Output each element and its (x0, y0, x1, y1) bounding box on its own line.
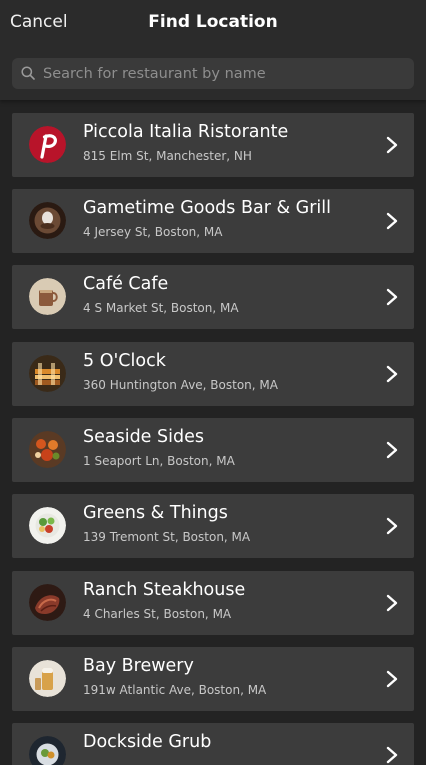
restaurant-address: 191w Atlantic Ave, Boston, MA (83, 683, 267, 697)
chevron-right-icon (386, 746, 398, 764)
restaurant-address: 360 Huntington Ave, Boston, MA (83, 378, 278, 392)
chevron-right-icon (386, 212, 398, 230)
restaurant-address: 4 S Market St, Boston, MA (83, 301, 239, 315)
find-location-screen: Cancel Find Location Piccola Italia Rist… (0, 0, 426, 765)
restaurant-name: Ranch Steakhouse (83, 580, 246, 600)
salad-photo-icon (29, 507, 66, 544)
top-bar: Cancel Find Location (0, 0, 426, 100)
grub-photo-icon (29, 736, 66, 765)
steak-photo-icon (29, 584, 66, 621)
chevron-right-icon (386, 136, 398, 154)
list-item[interactable]: Gametime Goods Bar & Grill 4 Jersey St, … (12, 189, 414, 253)
list-item[interactable]: Bay Brewery 191w Atlantic Ave, Boston, M… (12, 647, 414, 711)
list-item[interactable]: Piccola Italia Ristorante 815 Elm St, Ma… (12, 113, 414, 177)
list-item[interactable]: Ranch Steakhouse 4 Charles St, Boston, M… (12, 571, 414, 635)
restaurant-address: 4 Charles St, Boston, MA (83, 607, 232, 621)
food-photo-icon (29, 202, 66, 239)
beer-photo-icon (29, 660, 66, 697)
restaurant-name: Piccola Italia Ristorante (83, 122, 289, 142)
list-item[interactable]: Café Cafe 4 S Market St, Boston, MA (12, 265, 414, 329)
seafood-photo-icon (29, 431, 66, 468)
list-item[interactable]: Dockside Grub (12, 723, 414, 765)
list-item[interactable]: Seaside Sides 1 Seaport Ln, Boston, MA (12, 418, 414, 482)
restaurant-name: 5 O'Clock (83, 351, 166, 371)
chevron-right-icon (386, 594, 398, 612)
restaurant-name: Seaside Sides (83, 427, 204, 447)
coffee-photo-icon (29, 278, 66, 315)
drinks-photo-icon (29, 355, 66, 392)
search-icon (21, 66, 35, 80)
search-bar[interactable] (12, 58, 414, 89)
restaurant-name: Greens & Things (83, 503, 228, 523)
restaurant-address: 139 Tremont St, Boston, MA (83, 530, 251, 544)
restaurant-name: Bay Brewery (83, 656, 194, 676)
restaurant-address: 4 Jersey St, Boston, MA (83, 225, 223, 239)
restaurant-name: Café Cafe (83, 274, 169, 294)
chevron-right-icon (386, 670, 398, 688)
piccola-logo-icon (29, 126, 66, 163)
search-input[interactable] (43, 58, 403, 89)
chevron-right-icon (386, 365, 398, 383)
restaurant-address: 1 Seaport Ln, Boston, MA (83, 454, 235, 468)
chevron-right-icon (386, 441, 398, 459)
restaurant-address: 815 Elm St, Manchester, NH (83, 149, 252, 163)
restaurant-name: Gametime Goods Bar & Grill (83, 198, 331, 218)
list-item[interactable]: Greens & Things 139 Tremont St, Boston, … (12, 494, 414, 558)
list-item[interactable]: 5 O'Clock 360 Huntington Ave, Boston, MA (12, 342, 414, 406)
chevron-right-icon (386, 517, 398, 535)
cancel-button[interactable]: Cancel (10, 12, 68, 32)
restaurant-name: Dockside Grub (83, 732, 212, 752)
chevron-right-icon (386, 288, 398, 306)
